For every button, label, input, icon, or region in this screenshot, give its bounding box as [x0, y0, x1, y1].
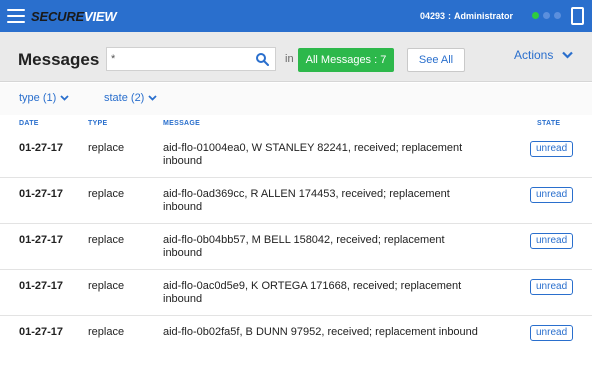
- column-header-date[interactable]: DATE: [19, 120, 39, 127]
- row-type: replace: [88, 188, 125, 200]
- row-message: aid-flo-0b04bb57, M BELL 158042, receive…: [163, 234, 445, 259]
- all-messages-button[interactable]: All Messages : 7: [298, 48, 394, 72]
- table-row[interactable]: 01-27-17 replace aid-flo-0ac0d5e9, K ORT…: [0, 270, 592, 316]
- see-all-button[interactable]: See All: [407, 48, 465, 72]
- table-header: DATE TYPE MESSAGE STATE: [0, 116, 592, 132]
- chevron-down-icon: [60, 95, 69, 101]
- logo-view-text: VIEW: [83, 8, 117, 24]
- table-row[interactable]: 01-27-17 replace aid-flo-01004ea0, W STA…: [0, 132, 592, 178]
- app-logo: SECUREVIEW: [31, 8, 117, 24]
- row-type: replace: [88, 326, 125, 338]
- window-icon[interactable]: [571, 7, 584, 25]
- search-box[interactable]: [106, 47, 276, 71]
- row-date: 01-27-17: [19, 326, 64, 338]
- search-input[interactable]: [107, 48, 247, 70]
- top-bar: SECUREVIEW 04293 : Administrator: [0, 0, 592, 32]
- user-separator: :: [448, 11, 452, 21]
- user-info[interactable]: 04293 : Administrator: [420, 0, 550, 32]
- row-date: 01-27-17: [19, 280, 64, 292]
- chevron-down-icon: [148, 95, 157, 101]
- row-type: replace: [88, 234, 125, 246]
- row-date: 01-27-17: [19, 188, 64, 200]
- menu-icon[interactable]: [7, 9, 25, 23]
- actions-label: Actions: [514, 48, 554, 62]
- table-row[interactable]: 01-27-17 replace aid-flo-0b04bb57, M BEL…: [0, 224, 592, 270]
- state-filter[interactable]: state (2): [104, 92, 157, 104]
- row-type: replace: [88, 142, 125, 154]
- column-header-state[interactable]: STATE: [537, 120, 560, 127]
- status-dot-icon: [554, 12, 561, 19]
- status-online-icon: [532, 12, 539, 19]
- state-badge[interactable]: unread: [530, 325, 574, 341]
- state-badge[interactable]: unread: [530, 279, 574, 295]
- column-header-type[interactable]: TYPE: [88, 120, 107, 127]
- status-indicator: [532, 12, 561, 19]
- row-type: replace: [88, 280, 125, 292]
- state-filter-label: state (2): [104, 92, 145, 104]
- row-message: aid-flo-0ac0d5e9, K ORTEGA 171668, recei…: [163, 280, 462, 305]
- messages-toolbar: Messages in All Messages : 7 See All Act…: [0, 32, 592, 82]
- state-badge[interactable]: unread: [530, 141, 574, 157]
- user-role: Administrator: [454, 11, 514, 21]
- in-label: in: [285, 53, 294, 65]
- user-id: 04293: [420, 11, 446, 21]
- filter-bar: type (1) state (2): [0, 83, 592, 115]
- chevron-down-icon: [562, 51, 574, 59]
- row-message: aid-flo-0b02fa5f, B DUNN 97952, received…: [163, 326, 478, 338]
- state-badge[interactable]: unread: [530, 187, 574, 203]
- row-date: 01-27-17: [19, 234, 64, 246]
- table-row[interactable]: 01-27-17 replace aid-flo-0b02fa5f, B DUN…: [0, 316, 592, 362]
- page-title: Messages: [18, 50, 100, 69]
- table-row[interactable]: 01-27-17 replace aid-flo-0ad369cc, R ALL…: [0, 178, 592, 224]
- row-message: aid-flo-0ad369cc, R ALLEN 174453, receiv…: [163, 188, 450, 213]
- column-header-message[interactable]: MESSAGE: [163, 120, 200, 127]
- status-dot-icon: [543, 12, 550, 19]
- row-message: aid-flo-01004ea0, W STANLEY 82241, recei…: [163, 142, 463, 167]
- actions-dropdown[interactable]: Actions: [514, 48, 574, 62]
- messages-table: 01-27-17 replace aid-flo-01004ea0, W STA…: [0, 132, 592, 362]
- state-badge[interactable]: unread: [530, 233, 574, 249]
- row-date: 01-27-17: [19, 142, 64, 154]
- search-icon[interactable]: [255, 52, 269, 66]
- type-filter-label: type (1): [19, 92, 57, 104]
- logo-secure-text: SECURE: [31, 8, 84, 24]
- type-filter[interactable]: type (1): [19, 92, 69, 104]
